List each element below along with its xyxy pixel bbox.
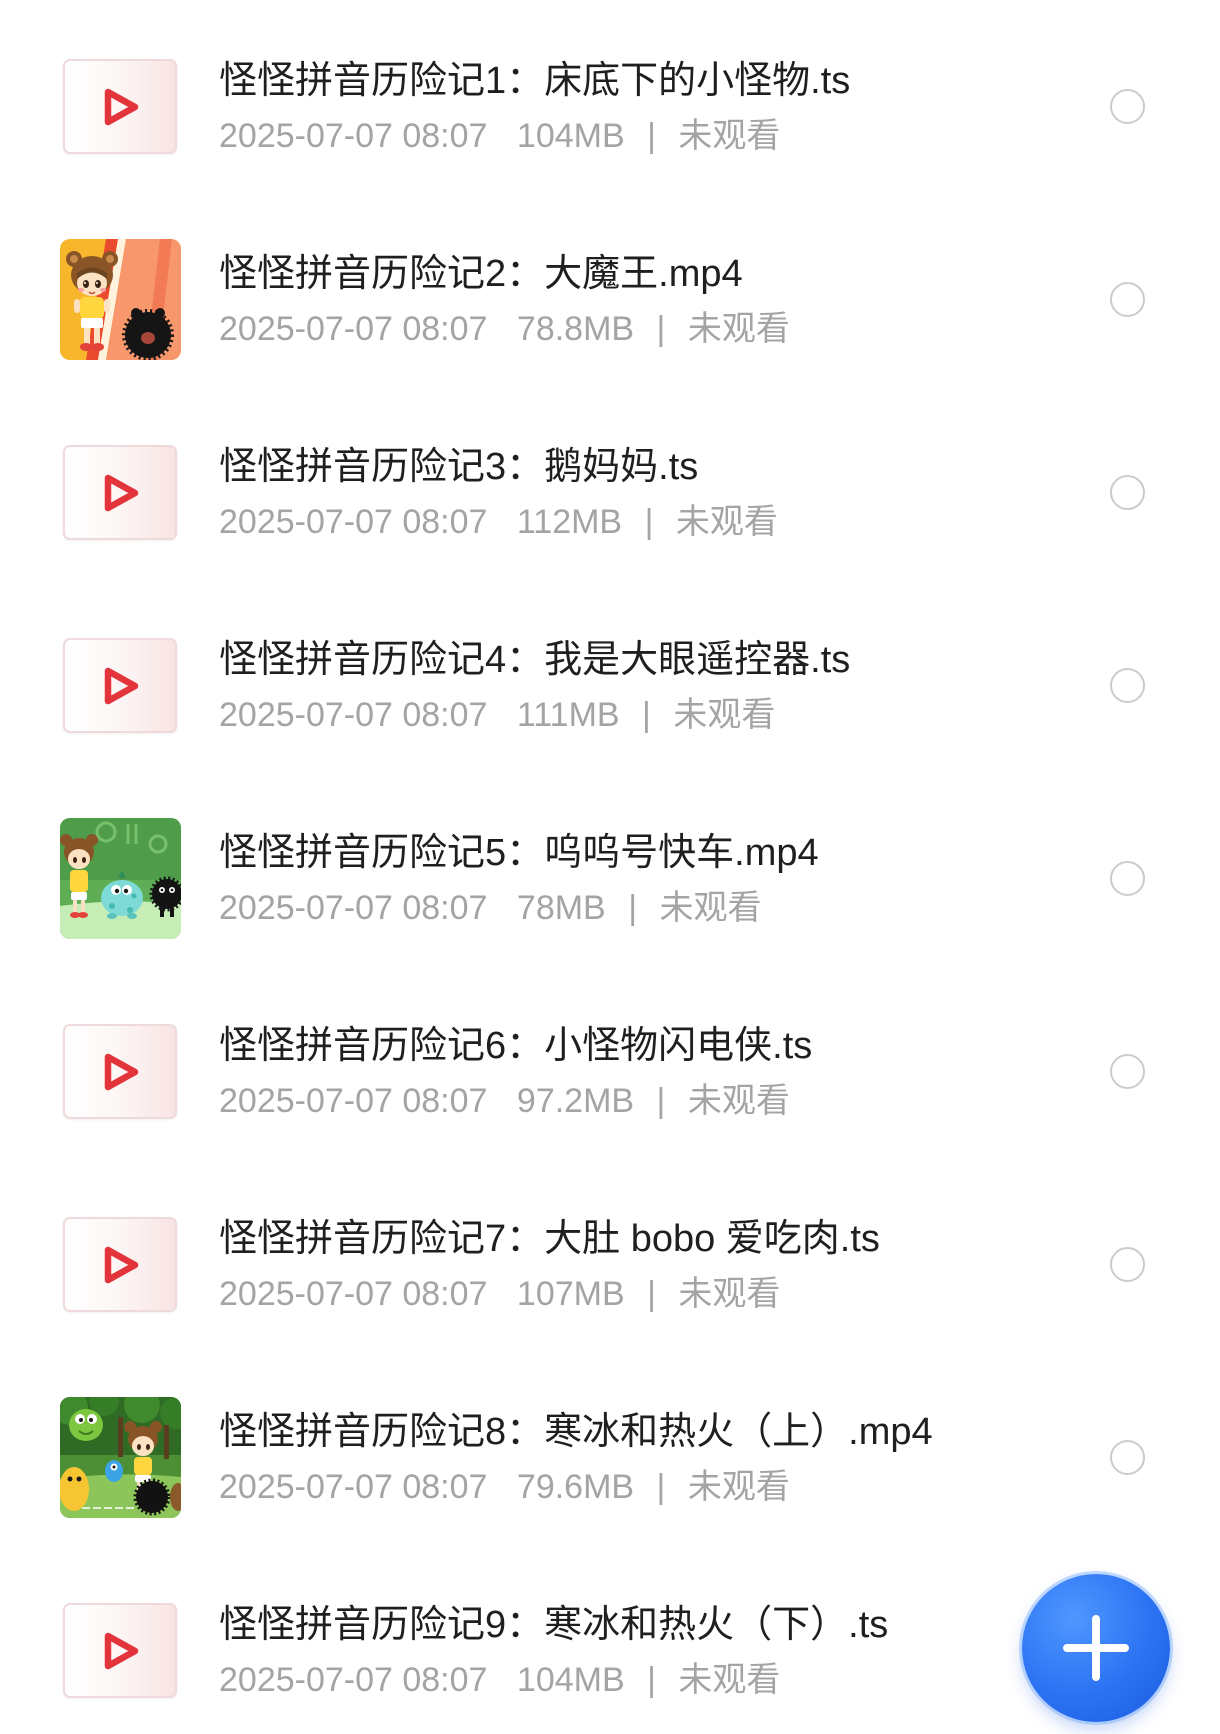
watch-status: 未观看 xyxy=(678,117,781,155)
watch-status: 未观看 xyxy=(673,696,776,734)
video-size: 78.8MB xyxy=(516,310,635,348)
video-meta: 2025-07-07 08:07 78.8MB | 未观看 xyxy=(219,308,790,350)
meta-separator: | xyxy=(642,696,651,734)
watch-status: 未观看 xyxy=(675,503,778,541)
video-thumbnail-image[interactable] xyxy=(60,239,181,360)
watch-status: 未观看 xyxy=(687,1082,790,1120)
video-size: 104MB xyxy=(516,1661,625,1699)
play-icon xyxy=(104,1053,139,1090)
select-radio[interactable] xyxy=(1110,668,1145,703)
meta-separator: | xyxy=(647,117,656,155)
meta-separator: | xyxy=(644,503,654,541)
video-date: 2025-07-07 08:07 xyxy=(219,1082,488,1120)
video-meta: 2025-07-07 08:07 107MB | 未观看 xyxy=(219,1273,780,1315)
video-date: 2025-07-07 08:07 xyxy=(219,117,488,155)
video-thumbnail-placeholder[interactable] xyxy=(63,638,177,733)
video-date: 2025-07-07 08:07 xyxy=(219,1275,488,1313)
video-date: 2025-07-07 08:07 xyxy=(219,696,488,734)
video-size: 97.2MB xyxy=(516,1082,635,1120)
video-date: 2025-07-07 08:07 xyxy=(219,1468,488,1506)
video-thumbnail-placeholder[interactable] xyxy=(63,1603,177,1698)
green-monster xyxy=(69,1409,103,1441)
meta-separator: | xyxy=(647,1275,656,1313)
video-list-item[interactable]: 怪怪拼音历险记1：床底下的小怪物.ts 2025-07-07 08:07 104… xyxy=(0,10,1220,203)
select-radio[interactable] xyxy=(1110,282,1145,317)
video-title: 怪怪拼音历险记4：我是大眼遥控器.ts xyxy=(219,639,851,681)
video-list-item[interactable]: 怪怪拼音历险记8：寒冰和热火（上）.mp4 2025-07-07 08:07 7… xyxy=(0,1361,1220,1554)
select-radio[interactable] xyxy=(1110,89,1145,124)
meta-separator: | xyxy=(628,889,638,927)
video-title: 怪怪拼音历险记7：大肚 bobo 爱吃肉.ts xyxy=(219,1218,880,1260)
play-icon xyxy=(104,667,139,704)
add-button[interactable] xyxy=(1022,1574,1170,1722)
video-size: 107MB xyxy=(516,1275,625,1313)
video-list-item[interactable]: 怪怪拼音历险记7：大肚 bobo 爱吃肉.ts 2025-07-07 08:07… xyxy=(0,1168,1220,1361)
cartoon-thumbnail xyxy=(60,239,181,360)
video-title: 怪怪拼音历险记2：大魔王.mp4 xyxy=(219,253,743,295)
select-radio[interactable] xyxy=(1110,861,1145,896)
video-size: 104MB xyxy=(516,117,625,155)
plus-icon xyxy=(1063,1615,1129,1681)
video-meta: 2025-07-07 08:07 111MB | 未观看 xyxy=(219,694,775,736)
video-meta: 2025-07-07 08:07 104MB | 未观看 xyxy=(219,1659,780,1701)
play-icon xyxy=(104,1632,139,1669)
play-icon xyxy=(104,1246,139,1283)
video-list-item[interactable]: 怪怪拼音历险记3：鹅妈妈.ts 2025-07-07 08:07 112MB |… xyxy=(0,396,1220,589)
video-meta: 2025-07-07 08:07 78MB | 未观看 xyxy=(219,887,761,929)
video-list-item[interactable]: 怪怪拼音历险记5：呜呜号快车.mp4 2025-07-07 08:07 78MB… xyxy=(0,782,1220,975)
video-date: 2025-07-07 08:07 xyxy=(219,503,488,541)
cartoon-thumbnail xyxy=(60,818,181,939)
video-title: 怪怪拼音历险记5：呜呜号快车.mp4 xyxy=(219,832,819,874)
video-size: 79.6MB xyxy=(516,1468,635,1506)
video-date: 2025-07-07 08:07 xyxy=(219,889,488,927)
video-meta: 2025-07-07 08:07 97.2MB | 未观看 xyxy=(219,1080,790,1122)
video-thumbnail-placeholder[interactable] xyxy=(63,1217,177,1312)
video-thumbnail-placeholder[interactable] xyxy=(63,1024,177,1119)
video-title: 怪怪拼音历险记3：鹅妈妈.ts xyxy=(219,446,699,488)
yellow-creature xyxy=(60,1467,89,1511)
video-title: 怪怪拼音历险记1：床底下的小怪物.ts xyxy=(219,60,851,102)
select-radio[interactable] xyxy=(1110,475,1145,510)
video-list-item[interactable]: 怪怪拼音历险记4：我是大眼遥控器.ts 2025-07-07 08:07 111… xyxy=(0,589,1220,782)
video-thumbnail-image[interactable] xyxy=(60,1397,181,1518)
video-size: 111MB xyxy=(516,696,620,734)
meta-separator: | xyxy=(656,310,666,348)
video-size: 78MB xyxy=(516,889,606,927)
watch-status: 未观看 xyxy=(687,310,790,348)
video-meta: 2025-07-07 08:07 79.6MB | 未观看 xyxy=(219,1466,790,1508)
video-date: 2025-07-07 08:07 xyxy=(219,310,488,348)
play-icon xyxy=(104,474,139,511)
watch-status: 未观看 xyxy=(659,889,762,927)
watch-status: 未观看 xyxy=(678,1661,781,1699)
video-list-item[interactable]: 怪怪拼音历险记2：大魔王.mp4 2025-07-07 08:07 78.8MB… xyxy=(0,203,1220,396)
cartoon-thumbnail xyxy=(60,1397,181,1518)
video-thumbnail-placeholder[interactable] xyxy=(63,445,177,540)
meta-separator: | xyxy=(656,1082,666,1120)
meta-separator: | xyxy=(647,1661,656,1699)
video-title: 怪怪拼音历险记9：寒冰和热火（下）.ts xyxy=(219,1604,889,1646)
select-radio[interactable] xyxy=(1110,1247,1145,1282)
meta-separator: | xyxy=(656,1468,666,1506)
video-thumbnail-image[interactable] xyxy=(60,818,181,939)
video-list[interactable]: 怪怪拼音历险记1：床底下的小怪物.ts 2025-07-07 08:07 104… xyxy=(0,0,1220,1734)
video-thumbnail-placeholder[interactable] xyxy=(63,59,177,154)
video-title: 怪怪拼音历险记6：小怪物闪电侠.ts xyxy=(219,1025,813,1067)
play-icon xyxy=(104,88,139,125)
video-size: 112MB xyxy=(516,503,623,541)
video-date: 2025-07-07 08:07 xyxy=(219,1661,488,1699)
blue-creature xyxy=(105,1460,123,1482)
watch-status: 未观看 xyxy=(687,1468,790,1506)
video-meta: 2025-07-07 08:07 112MB | 未观看 xyxy=(219,501,778,543)
video-list-item[interactable]: 怪怪拼音历险记6：小怪物闪电侠.ts 2025-07-07 08:07 97.2… xyxy=(0,975,1220,1168)
watch-status: 未观看 xyxy=(678,1275,781,1313)
select-radio[interactable] xyxy=(1110,1054,1145,1089)
video-title: 怪怪拼音历险记8：寒冰和热火（上）.mp4 xyxy=(219,1411,933,1453)
video-meta: 2025-07-07 08:07 104MB | 未观看 xyxy=(219,115,780,157)
select-radio[interactable] xyxy=(1110,1440,1145,1475)
